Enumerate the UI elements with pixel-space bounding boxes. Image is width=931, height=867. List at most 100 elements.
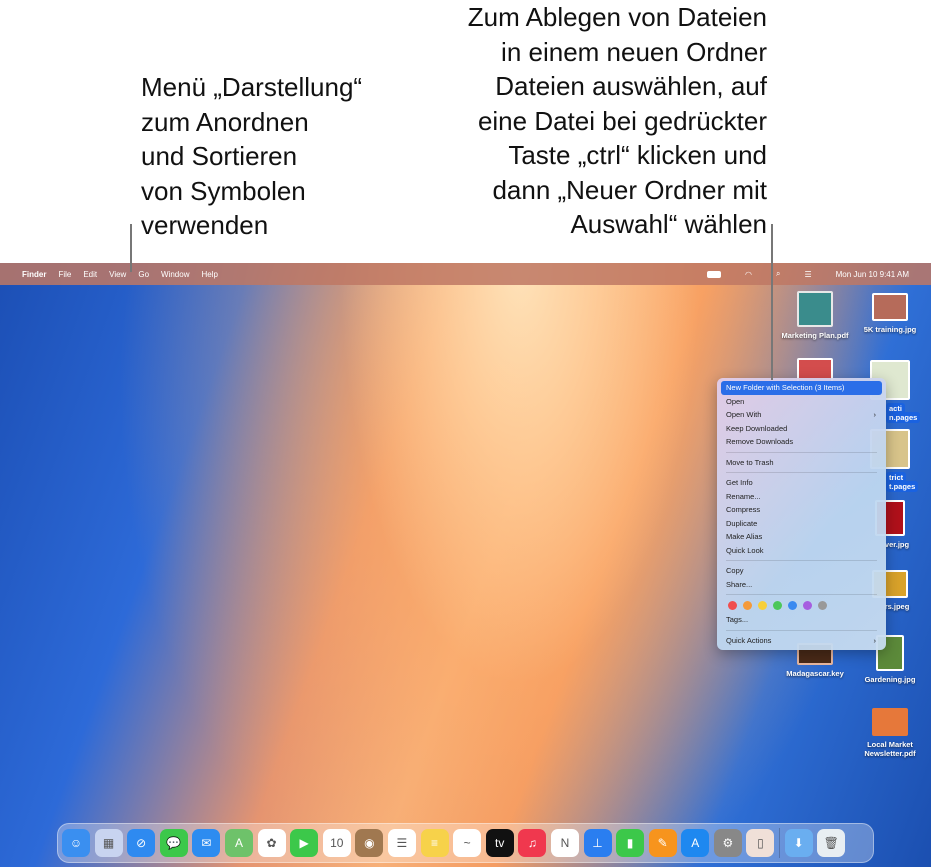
menu-file[interactable]: File — [58, 270, 71, 279]
photos-icon[interactable]: ✿ — [257, 829, 286, 857]
menu-finder[interactable]: Finder — [22, 270, 46, 279]
menu-separator — [726, 472, 877, 473]
notes-icon[interactable]: ≡ — [420, 829, 449, 857]
control-center-icon[interactable]: ☰ — [804, 270, 811, 279]
callout-line: eine Datei bei gedrückter — [477, 105, 767, 136]
menu-item-open[interactable]: Open — [721, 395, 882, 409]
mail-icon[interactable]: ✉ — [192, 829, 221, 857]
callout-line: in einem neuen Ordner — [501, 36, 767, 67]
menu-window[interactable]: Window — [161, 270, 189, 279]
numbers-icon[interactable]: ▮ — [616, 829, 645, 857]
tag-color-dot[interactable] — [818, 601, 827, 610]
callout-view-menu: Menü „Darstellung“ zum Anordnen und Sort… — [141, 70, 362, 243]
tag-color-dot[interactable] — [788, 601, 797, 610]
tag-color-dot[interactable] — [773, 601, 782, 610]
menu-item-share[interactable]: Share... — [721, 578, 882, 592]
menu-item-get-info[interactable]: Get Info — [721, 476, 882, 490]
news-icon[interactable]: N — [550, 829, 579, 857]
menu-item-quick-actions[interactable]: Quick Actions › — [721, 634, 882, 648]
contacts-icon[interactable]: ◉ — [355, 829, 384, 857]
messages-icon[interactable]: 💬 — [159, 829, 188, 857]
menu-item-label: Open With — [726, 410, 762, 419]
desktop[interactable]: Finder File Edit View Go Window Help ◠ ⌕… — [0, 263, 931, 867]
menu-separator — [726, 560, 877, 561]
callout-line: dann „Neuer Ordner mit — [492, 174, 767, 205]
callout-new-folder: Zum Ablegen von Dateien in einem neuen O… — [468, 0, 767, 242]
menu-separator — [726, 594, 877, 595]
context-menu: New Folder with Selection (3 Items) Open… — [717, 378, 886, 650]
menu-item-duplicate[interactable]: Duplicate — [721, 517, 882, 531]
icon-label: 5K training.jpg — [863, 325, 917, 334]
battery-icon[interactable] — [706, 270, 721, 278]
leader-line-left — [130, 224, 132, 272]
menu-item-open-with[interactable]: Open With › — [721, 408, 882, 422]
menu-go[interactable]: Go — [138, 270, 149, 279]
callout-line: zum Anordnen — [141, 106, 309, 137]
tag-colors — [721, 598, 882, 613]
menu-item-quick-look[interactable]: Quick Look — [721, 544, 882, 558]
wifi-icon[interactable]: ◠ — [745, 270, 752, 279]
callout-line: verwenden — [141, 210, 269, 240]
pdf-file-icon — [872, 708, 908, 736]
desktop-icon-local-market[interactable]: Local Market Newsletter.pdf — [850, 708, 930, 758]
callout-line: Taste „ctrl“ klicken und — [508, 140, 767, 170]
menu-separator — [726, 629, 877, 631]
callout-line: Menü „Darstellung“ — [141, 72, 363, 102]
facetime-icon[interactable]: ▶ — [290, 829, 319, 857]
reminders-icon[interactable]: ☰ — [387, 829, 416, 857]
clock[interactable]: Mon Jun 10 9:41 AM — [836, 270, 909, 279]
chevron-right-icon: › — [873, 635, 877, 645]
dock: ☺ ▦ ⊘ 💬 ✉ A ✿ ▶ 10 ◉ ☰ ≡ ~ tv ♫ N ⊥ ▮ ✎ A ⚙ ▯ ⬇ 🗑 — [57, 823, 874, 863]
desktop-icon-marketing-plan[interactable]: Marketing Plan.pdf — [775, 291, 855, 340]
menu-item-tags[interactable]: Tags... — [721, 613, 882, 627]
pages-icon[interactable]: ✎ — [648, 829, 677, 857]
menu-item-rename[interactable]: Rename... — [721, 490, 882, 504]
menu-item-move-to-trash[interactable]: Move to Trash — [721, 456, 882, 470]
icon-label: t.pages — [886, 481, 919, 492]
icon-label: Madagascar.key — [786, 669, 844, 678]
launchpad-icon[interactable]: ▦ — [94, 829, 123, 857]
desktop-icon-5k-training[interactable]: 5K training.jpg — [850, 293, 930, 334]
callout-line: Auswahl“ wählen — [570, 209, 767, 239]
downloads-icon[interactable]: ⬇ — [784, 829, 813, 857]
image-thumbnail — [872, 293, 908, 321]
tag-color-dot[interactable] — [728, 601, 737, 610]
icon-label: n.pages — [886, 412, 921, 423]
calendar-icon[interactable]: 10 — [322, 829, 351, 857]
menu-item-copy[interactable]: Copy — [721, 564, 882, 578]
callout-line: Dateien auswählen, auf — [495, 71, 767, 101]
menu-item-make-alias[interactable]: Make Alias — [721, 530, 882, 544]
trash-icon[interactable]: 🗑 — [817, 829, 846, 857]
keynote-icon[interactable]: ⊥ — [583, 829, 612, 857]
freeform-icon[interactable]: ~ — [453, 829, 482, 857]
icon-label: Gardening.jpg — [864, 675, 916, 684]
callout-line: von Symbolen — [141, 175, 306, 206]
menu-item-new-folder-with-selection[interactable]: New Folder with Selection (3 Items) — [721, 381, 882, 395]
menu-item-compress[interactable]: Compress — [721, 503, 882, 517]
menu-item-keep-downloaded[interactable]: Keep Downloaded — [721, 422, 882, 436]
menu-item-remove-downloads[interactable]: Remove Downloads — [721, 435, 882, 449]
menu-view[interactable]: View — [109, 270, 126, 279]
dock-separator — [779, 828, 781, 858]
menu-separator — [726, 451, 877, 453]
spotlight-search-icon[interactable]: ⌕ — [776, 269, 780, 279]
maps-icon[interactable]: A — [224, 829, 253, 857]
callout-line: und Sortieren — [141, 141, 298, 171]
leader-line-right — [771, 224, 773, 380]
menu-help[interactable]: Help — [201, 270, 217, 279]
finder-icon[interactable]: ☺ — [62, 829, 90, 857]
iphone-mirroring-icon[interactable]: ▯ — [746, 829, 775, 857]
menu-edit[interactable]: Edit — [83, 270, 97, 279]
menu-bar: Finder File Edit View Go Window Help ◠ ⌕… — [0, 263, 931, 285]
chevron-right-icon: › — [873, 410, 877, 419]
system-settings-icon[interactable]: ⚙ — [713, 829, 742, 857]
app-store-icon[interactable]: A — [681, 829, 710, 857]
safari-icon[interactable]: ⊘ — [127, 829, 156, 857]
tag-color-dot[interactable] — [758, 601, 767, 610]
menu-item-label: Quick Actions — [726, 635, 772, 645]
tag-color-dot[interactable] — [743, 601, 752, 610]
tag-color-dot[interactable] — [803, 601, 812, 610]
music-icon[interactable]: ♫ — [518, 829, 547, 857]
pdf-file-icon — [797, 291, 833, 327]
tv-icon[interactable]: tv — [485, 829, 514, 857]
